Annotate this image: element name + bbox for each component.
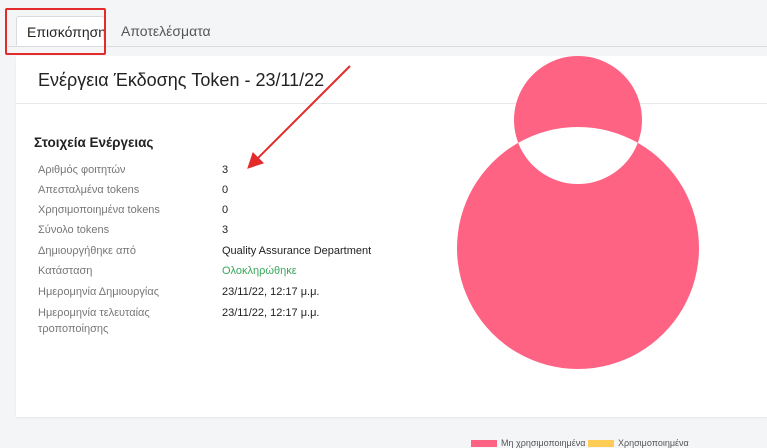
- tab-bar: Επισκόπηση Αποτελέσματα: [8, 0, 767, 47]
- legend-swatch: [471, 440, 497, 448]
- token-action-card: Ενέργεια Έκδοσης Token - 23/11/22 Στοιχε…: [16, 56, 767, 448]
- legend-swatch: [588, 440, 614, 448]
- legend-label: Μη χρησιμοποιημένα: [501, 438, 586, 448]
- tab-results[interactable]: Αποτελέσματα: [111, 16, 221, 46]
- slice-μη-χρησιμοποιημένα[interactable]: [457, 56, 699, 369]
- tokens-doughnut-chart: [457, 56, 699, 369]
- tab-highlight-box: [5, 8, 106, 55]
- legend-item-unused[interactable]: Μη χρησιμοποιημένα: [471, 438, 585, 448]
- legend-item-used[interactable]: Χρησιμοποιημένα: [588, 438, 689, 448]
- legend-label: Χρησιμοποιημένα: [618, 438, 689, 448]
